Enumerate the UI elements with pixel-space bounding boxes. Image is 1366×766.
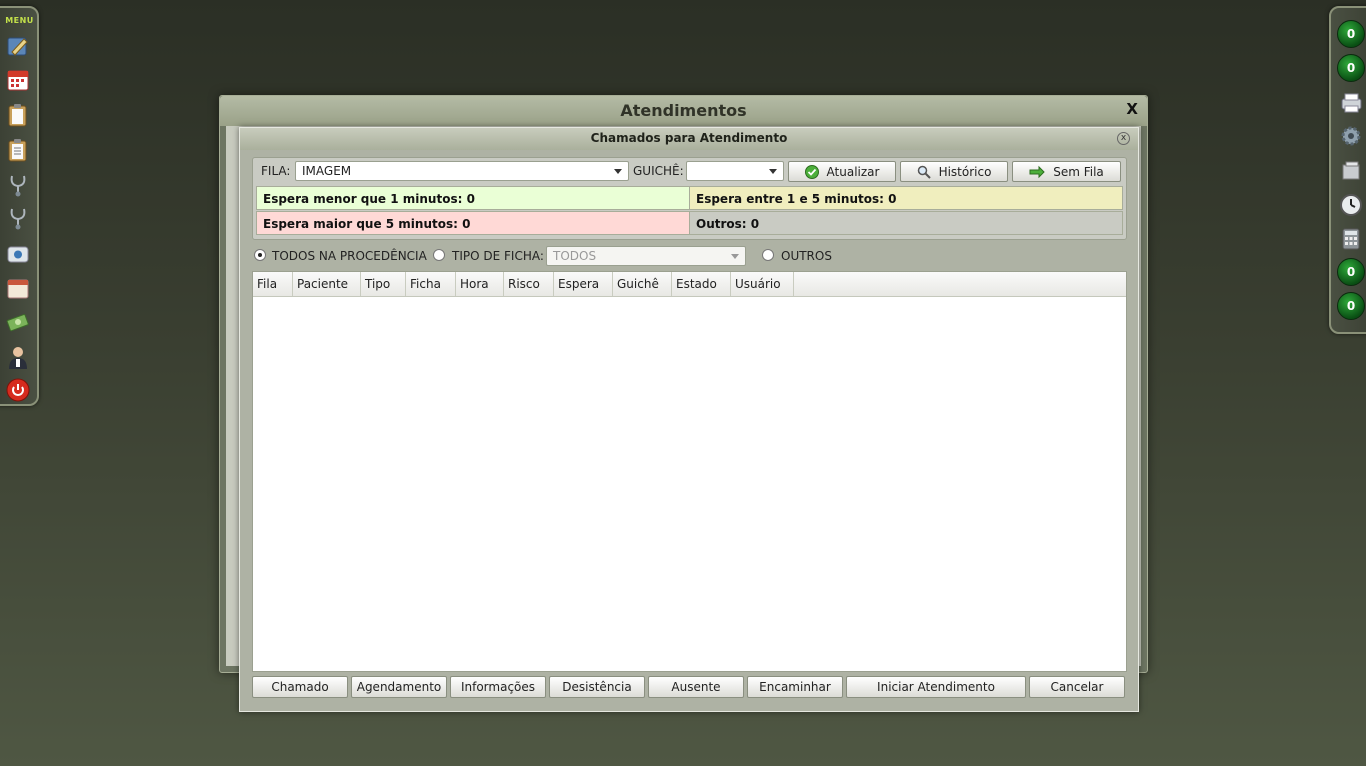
atualizar-button[interactable]: Atualizar [788,161,896,182]
column-header-guiche[interactable]: Guichê [613,272,672,296]
edit-icon[interactable] [6,34,30,58]
calculator-icon[interactable] [1339,227,1363,251]
chamado-button[interactable]: Chamado [252,676,348,698]
status-outros: Outros: 0 [689,211,1123,235]
historico-button[interactable]: Histórico [900,161,1008,182]
desistencia-button[interactable]: Desistência [549,676,645,698]
fila-label: FILA: [261,164,291,178]
gear-icon[interactable] [1339,124,1363,148]
fila-value: IMAGEM [302,164,352,178]
radio-todos-label[interactable]: TODOS NA PROCEDÊNCIA [272,249,427,263]
status-espera-menor: Espera menor que 1 minutos: 0 [256,186,690,210]
right-bar: 0 0 0 0 [1329,6,1366,334]
calendar-alt-icon[interactable] [6,276,30,300]
column-header-tipo[interactable]: Tipo [361,272,406,296]
doctor-icon[interactable] [6,345,30,369]
tipo-ficha-select[interactable]: TODOS [546,246,746,266]
filter-panel: FILA: IMAGEM GUICHÊ: Atualizar Histórico [252,157,1127,240]
historico-label: Histórico [938,164,992,179]
chevron-down-icon [769,169,777,174]
folders-icon[interactable] [1339,159,1363,183]
dialog-title: Chamados para Atendimento [590,131,788,145]
column-header-risco[interactable]: Risco [504,272,554,296]
status-espera-entre: Espera entre 1 e 5 minutos: 0 [689,186,1123,210]
guiche-select[interactable] [686,161,784,181]
printer-icon[interactable] [1339,90,1363,114]
column-header-espera[interactable]: Espera [554,272,613,296]
settings-box-icon[interactable] [6,242,30,266]
stethoscope-alt-icon[interactable] [6,206,30,230]
clipboard-icon[interactable] [6,103,30,127]
encaminhar-button[interactable]: Encaminhar [747,676,843,698]
chevron-down-icon [731,254,739,259]
column-header-ficha[interactable]: Ficha [406,272,456,296]
fila-select[interactable]: IMAGEM [295,161,629,181]
clock-icon[interactable] [1339,193,1363,217]
atualizar-label: Atualizar [826,164,880,179]
agendamento-button[interactable]: Agendamento [351,676,447,698]
informacoes-button[interactable]: Informações [450,676,546,698]
left-menu: MENU [0,6,39,406]
guiche-label: GUICHÊ: [633,164,684,178]
chevron-down-icon [614,169,622,174]
column-header-estado[interactable]: Estado [672,272,731,296]
sem-fila-label: Sem Fila [1053,164,1104,179]
column-header-hora[interactable]: Hora [456,272,504,296]
column-header-fila[interactable]: Fila [253,272,293,296]
radio-tipo-ficha[interactable] [433,249,445,261]
check-icon [804,164,819,179]
column-header-usuario[interactable]: Usuário [731,272,794,296]
menu-title: MENU [5,16,34,25]
close-icon[interactable]: x [1117,132,1130,145]
cancelar-button[interactable]: Cancelar [1029,676,1125,698]
sem-fila-button[interactable]: Sem Fila [1012,161,1121,182]
status-espera-maior: Espera maior que 5 minutos: 0 [256,211,690,235]
counter-badge[interactable]: 0 [1337,258,1365,286]
dialog-title: Atendimentos [620,101,747,120]
chamados-table[interactable]: Fila Paciente Tipo Ficha Hora Risco Espe… [252,271,1127,672]
column-header-paciente[interactable]: Paciente [293,272,361,296]
power-icon[interactable] [6,378,30,402]
ausente-button[interactable]: Ausente [648,676,744,698]
radio-outros[interactable] [762,249,774,261]
radio-outros-label[interactable]: OUTROS [781,249,832,263]
chamados-dialog: Chamados para Atendimento x FILA: IMAGEM… [239,127,1139,712]
money-icon[interactable] [6,310,30,334]
counter-badge[interactable]: 0 [1337,54,1365,82]
radio-tipo-ficha-label[interactable]: TIPO DE FICHA: [452,249,544,263]
stethoscope-icon[interactable] [6,173,30,197]
search-icon [917,165,931,179]
calendar-icon[interactable] [6,68,30,92]
arrow-right-icon [1029,165,1045,179]
counter-badge[interactable]: 0 [1337,20,1365,48]
counter-badge[interactable]: 0 [1337,292,1365,320]
close-button[interactable]: X [1126,100,1138,118]
tipo-ficha-value: TODOS [553,249,597,263]
iniciar-atendimento-button[interactable]: Iniciar Atendimento [846,676,1026,698]
clipboard-list-icon[interactable] [6,138,30,162]
table-header: Fila Paciente Tipo Ficha Hora Risco Espe… [253,272,1126,297]
radio-todos[interactable] [254,249,266,261]
